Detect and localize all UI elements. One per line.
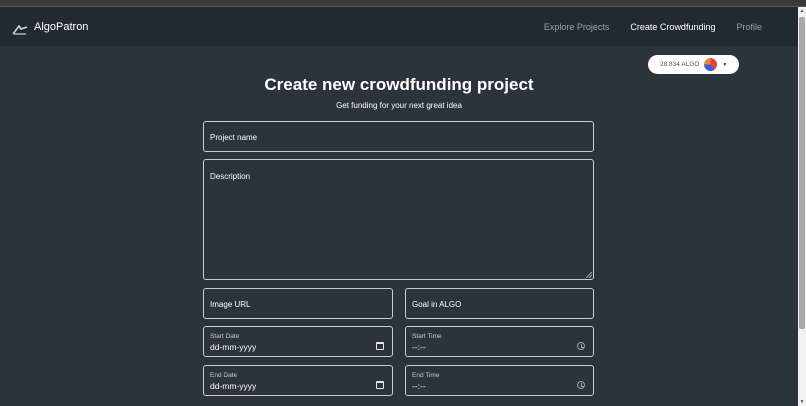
- brand[interactable]: AlgoPatron: [12, 7, 88, 46]
- nav-create-crowdfunding[interactable]: Create Crowdfunding: [630, 22, 715, 32]
- start-date-label: Start Date: [210, 333, 240, 340]
- description-textarea[interactable]: Description: [203, 159, 594, 280]
- page-title: Create new crowdfunding project: [264, 75, 534, 94]
- goal-placeholder: Goal in ALGO: [412, 300, 462, 309]
- nav-profile[interactable]: Profile: [736, 22, 762, 32]
- scrollbar[interactable]: ▲ ▼: [798, 7, 806, 406]
- description-placeholder: Description: [210, 172, 251, 181]
- start-time-value: --:--: [412, 342, 426, 352]
- end-time-value: --:--: [412, 381, 426, 391]
- project-name-input[interactable]: Project name: [203, 121, 594, 152]
- brand-name: AlgoPatron: [34, 20, 89, 33]
- calendar-icon[interactable]: [376, 381, 384, 389]
- start-time-input[interactable]: Start Time --:--: [405, 326, 594, 357]
- scroll-up-icon[interactable]: ▲: [798, 7, 806, 15]
- scroll-down-icon[interactable]: ▼: [798, 398, 806, 406]
- end-time-input[interactable]: End Time --:--: [405, 365, 594, 396]
- navbar: AlgoPatron Explore Projects Create Crowd…: [0, 7, 798, 46]
- browser-top-strip: [0, 0, 806, 7]
- caret-down-icon: ▼: [722, 61, 728, 68]
- resize-handle-icon[interactable]: [586, 272, 592, 278]
- nav-links: Explore Projects Create Crowdfunding Pro…: [523, 7, 762, 46]
- image-url-placeholder: Image URL: [210, 300, 251, 309]
- scrollbar-thumb[interactable]: [799, 17, 805, 329]
- goal-input[interactable]: Goal in ALGO: [405, 288, 594, 319]
- end-date-label: End Date: [210, 372, 238, 379]
- nav-explore-projects[interactable]: Explore Projects: [544, 22, 610, 32]
- start-date-input[interactable]: Start Date dd-mm-yyyy: [203, 326, 393, 357]
- clock-icon[interactable]: [577, 381, 585, 389]
- start-date-value: dd-mm-yyyy: [210, 342, 257, 352]
- clock-icon[interactable]: [577, 342, 585, 350]
- project-name-placeholder: Project name: [210, 133, 258, 142]
- end-date-input[interactable]: End Date dd-mm-yyyy: [203, 365, 393, 396]
- wallet-avatar-icon: [704, 58, 718, 71]
- end-time-label: End Time: [412, 372, 440, 379]
- start-time-label: Start Time: [412, 333, 442, 340]
- wallet-balance: 28.834 ALGO: [660, 61, 700, 68]
- page-subtitle: Get funding for your next great idea: [336, 101, 462, 110]
- image-url-input[interactable]: Image URL: [203, 288, 393, 319]
- wallet-button[interactable]: 28.834 ALGO ▼: [648, 55, 739, 74]
- algo-logo-icon: [12, 22, 28, 35]
- calendar-icon[interactable]: [376, 342, 384, 350]
- end-date-value: dd-mm-yyyy: [210, 381, 257, 391]
